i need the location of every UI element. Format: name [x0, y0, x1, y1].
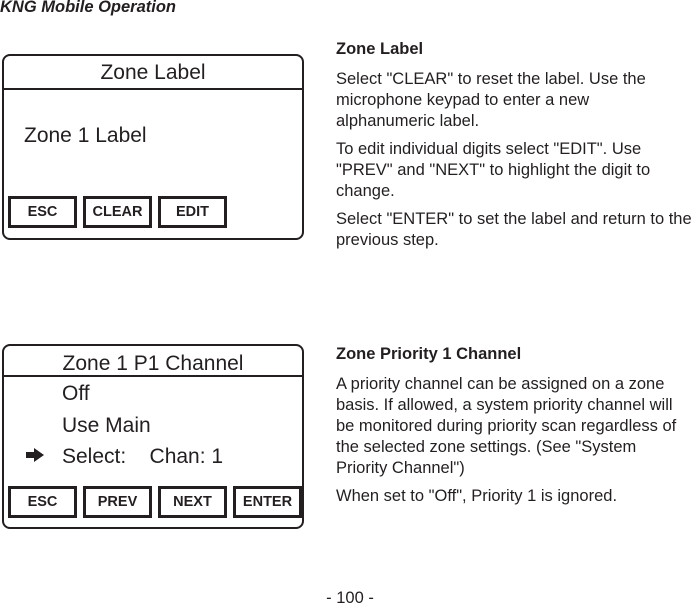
enter-softkey[interactable]: ENTER: [233, 486, 302, 518]
zone-label-description: Zone Label Select "CLEAR" to reset the l…: [336, 39, 698, 258]
lcd-screen-zone-label: Zone Label Zone 1 Label ESC CLEAR EDIT: [2, 54, 304, 240]
paragraph: To edit individual digits select "EDIT".…: [336, 140, 651, 200]
esc-softkey[interactable]: ESC: [8, 196, 77, 228]
paragraph: A priority channel can be assigned on a …: [336, 375, 677, 477]
right-arrow-icon: [26, 448, 44, 462]
lcd-screen-zone-p1-channel: Zone 1 P1 Channel Off Use Main Select: C…: [2, 344, 304, 529]
paragraph: Select "CLEAR" to reset the label. Use t…: [336, 70, 646, 130]
lcd-title: Zone 1 P1 Channel: [4, 346, 302, 377]
paragraph: Select "ENTER" to set the label and retu…: [336, 210, 692, 249]
document-header-title: KNG Mobile Operation: [0, 0, 177, 16]
edit-softkey[interactable]: EDIT: [158, 196, 227, 228]
lcd-title: Zone Label: [4, 56, 302, 90]
zone-label-value: Zone 1 Label: [24, 124, 147, 147]
next-softkey[interactable]: NEXT: [158, 486, 227, 518]
clear-softkey[interactable]: CLEAR: [83, 196, 152, 228]
option-select-channel[interactable]: Select: Chan: 1: [62, 445, 223, 469]
option-off[interactable]: Off: [62, 382, 90, 406]
prev-softkey[interactable]: PREV: [83, 486, 152, 518]
section-heading: Zone Label: [336, 40, 424, 58]
page-number: - 100 -: [326, 589, 374, 607]
esc-softkey[interactable]: ESC: [8, 486, 77, 518]
option-use-main[interactable]: Use Main: [62, 414, 151, 438]
section-heading: Zone Priority 1 Channel: [336, 345, 522, 363]
zone-priority-description: Zone Priority 1 Channel A priority chann…: [336, 344, 698, 514]
paragraph: When set to "Off", Priority 1 is ignored…: [336, 487, 618, 505]
